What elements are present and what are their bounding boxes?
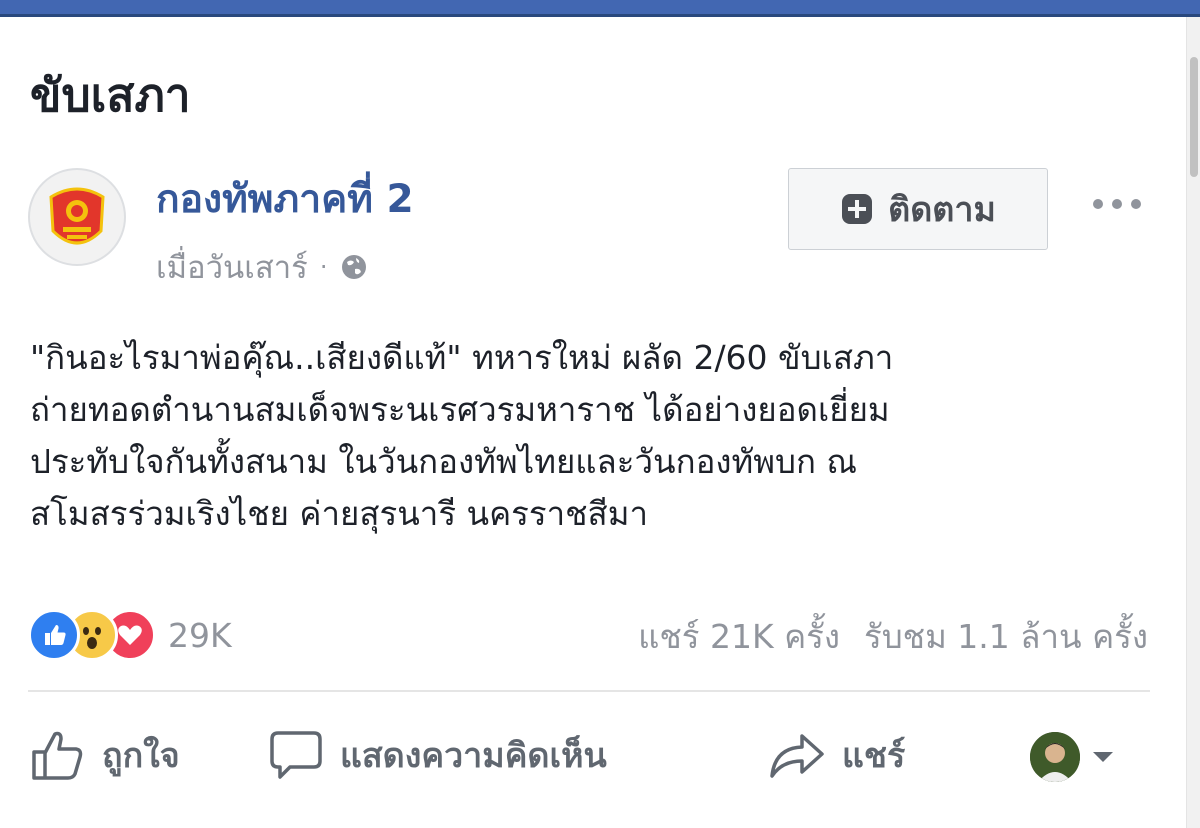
page-name-link[interactable]: กองทัพภาคที่ 2 [156,172,414,228]
reactions-summary[interactable]: 29K [28,609,232,661]
army-emblem-icon [49,187,105,245]
top-navigation-bar [0,0,1200,17]
post-text-line: ถ่ายทอดตำนานสมเด็จพระนเรศวรมหาราช ได้อย่… [30,390,890,429]
follow-button[interactable]: ติดตาม [788,168,1048,250]
more-options-button[interactable] [1088,186,1146,222]
globe-icon [342,255,367,279]
post-timestamp[interactable]: เมื่อวันเสาร์ [156,242,308,292]
chevron-down-icon [1093,752,1113,762]
post-text-line: "กินอะไรมาพ่อคุ๊ณ..เสียงดีแท้" ทหารใหม่ … [30,338,894,377]
follow-label: ติดตาม [888,190,996,230]
actions-divider [28,690,1150,692]
follow-plus-icon [842,194,873,224]
like-label: ถูกใจ [102,736,180,776]
thumbs-up-icon [32,731,83,780]
reaction-count: 29K [168,615,232,655]
like-reaction-icon [28,609,80,661]
profile-switcher[interactable] [1030,730,1116,784]
more-dots-icon [1093,199,1141,209]
post-meta: เมื่อวันเสาร์ · [156,244,369,290]
post-text-line: ประทับใจกันทั้งสนาม ในวันกองทัพไทยและวัน… [30,442,858,481]
share-arrow-icon [770,734,824,778]
share-button[interactable]: แชร์ [768,724,905,786]
user-avatar [1030,732,1080,782]
comment-button[interactable]: แสดงความคิดเห็น [268,724,607,786]
comment-label: แสดงความคิดเห็น [340,736,607,776]
share-label: แชร์ [842,736,906,776]
comment-icon [270,731,322,779]
meta-separator: · [319,253,328,281]
page-avatar[interactable] [28,168,126,266]
post-text-line: สโมสรร่วมเริงไชย ค่ายสุรนารี นครราชสีมา [30,494,648,533]
share-count[interactable]: แชร์ 21K ครั้ง [638,610,840,663]
vertical-scrollbar[interactable] [1186,17,1200,828]
post-body: "กินอะไรมาพ่อคุ๊ณ..เสียงดีแท้" ทหารใหม่ … [30,332,1150,540]
view-count: รับชม 1.1 ล้าน ครั้ง [864,616,1148,656]
post-stats: แชร์ 21K ครั้ง รับชม 1.1 ล้าน ครั้ง [638,612,1148,660]
scrollbar-thumb[interactable] [1190,57,1198,177]
like-button[interactable]: ถูกใจ [28,724,180,786]
page-title: ขับเสภา [30,68,191,122]
